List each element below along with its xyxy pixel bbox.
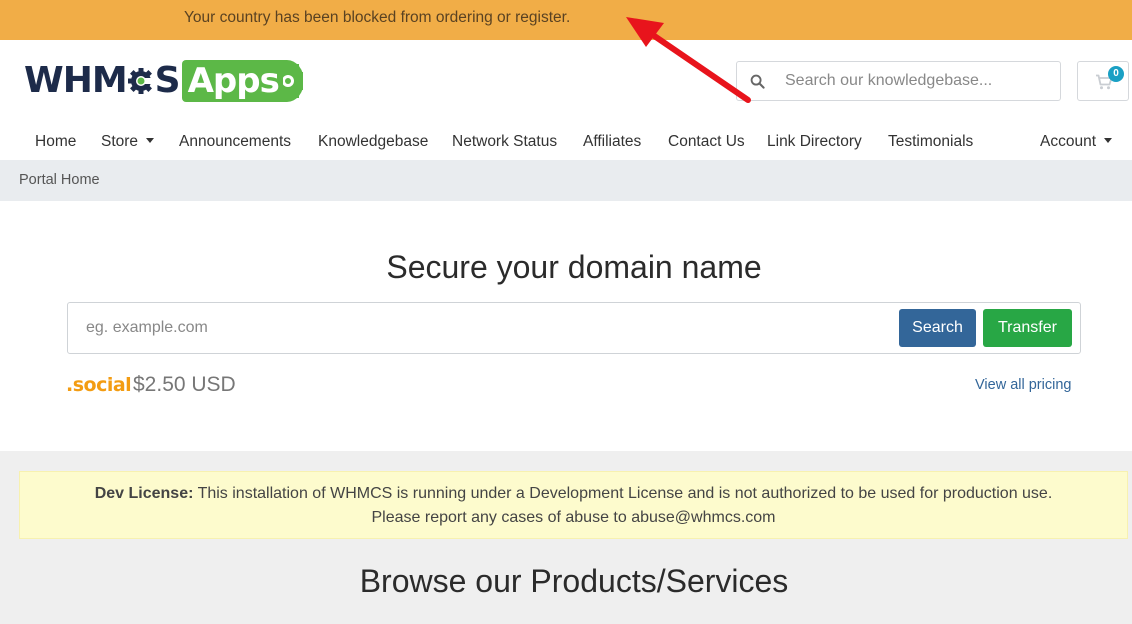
nav-contact-us[interactable]: Contact Us <box>668 133 745 151</box>
search-icon[interactable] <box>750 74 765 94</box>
nav-link-directory[interactable]: Link Directory <box>767 133 862 151</box>
dev-license-line-2: Please report any cases of abuse to abus… <box>371 509 776 526</box>
browse-products-title: Browse our Products/Services <box>359 563 789 599</box>
breadcrumb-portal-home[interactable]: Portal Home <box>19 172 100 188</box>
domain-search-title: Secure your domain name <box>386 249 762 285</box>
nav-account-label: Account <box>1040 133 1097 150</box>
knowledgebase-search[interactable] <box>736 61 1061 101</box>
site-header: WHM S Apps Search our knowledgebase... 0… <box>0 40 1132 160</box>
alert-text: Your country has been blocked from order… <box>184 9 571 26</box>
main-navigation: Home Store Announcements Knowledgebase N… <box>0 129 1132 160</box>
logo-text-apps: Apps <box>181 60 283 102</box>
dev-license-text: This installation of WHMCS is running un… <box>197 485 1053 502</box>
domain-input[interactable] <box>78 303 898 353</box>
nav-account[interactable]: Account <box>1040 133 1113 151</box>
nav-store-label: Store <box>101 133 139 150</box>
lower-section: Dev License: This installation of WHMCS … <box>0 451 1132 624</box>
country-blocked-alert: Your country has been blocked from order… <box>0 0 1132 40</box>
logo-text-s: S <box>154 60 181 101</box>
nav-knowledgebase[interactable]: Knowledgebase <box>318 133 428 151</box>
domain-transfer-button[interactable]: Transfer <box>983 309 1072 347</box>
logo-d-gear-shape <box>281 60 304 102</box>
knowledgebase-search-input[interactable] <box>777 62 1057 100</box>
domain-search-box: Search Transfer <box>67 302 1081 354</box>
nav-network-status[interactable]: Network Status <box>452 133 557 151</box>
view-all-pricing-link[interactable]: View all pricing <box>975 377 1071 393</box>
domain-search-button[interactable]: Search <box>899 309 976 347</box>
dev-license-label: Dev License: <box>94 485 194 502</box>
gear-icon <box>127 63 155 99</box>
dev-license-line-1: Dev License: This installation of WHMCS … <box>20 482 1127 506</box>
tld-social-logo: .social <box>66 374 132 396</box>
nav-store[interactable]: Store <box>101 133 155 151</box>
cart-count-badge: 0 <box>1108 66 1124 82</box>
logo-text-whm: WHM <box>24 60 128 101</box>
tld-price: $2.50 USD <box>133 373 236 396</box>
domain-search-section: Secure your domain name Search Transfer … <box>0 201 1132 451</box>
nav-announcements[interactable]: Announcements <box>179 133 291 151</box>
nav-home[interactable]: Home <box>35 133 76 151</box>
site-logo[interactable]: WHM S Apps <box>24 60 304 102</box>
dev-license-notice: Dev License: This installation of WHMCS … <box>19 471 1128 539</box>
cart-button[interactable]: 0 <box>1077 61 1129 101</box>
chevron-down-icon <box>1104 138 1113 143</box>
chevron-down-icon <box>146 138 155 143</box>
nav-affiliates[interactable]: Affiliates <box>583 133 641 151</box>
nav-testimonials[interactable]: Testimonials <box>888 133 973 151</box>
breadcrumb: Portal Home <box>0 160 1132 201</box>
